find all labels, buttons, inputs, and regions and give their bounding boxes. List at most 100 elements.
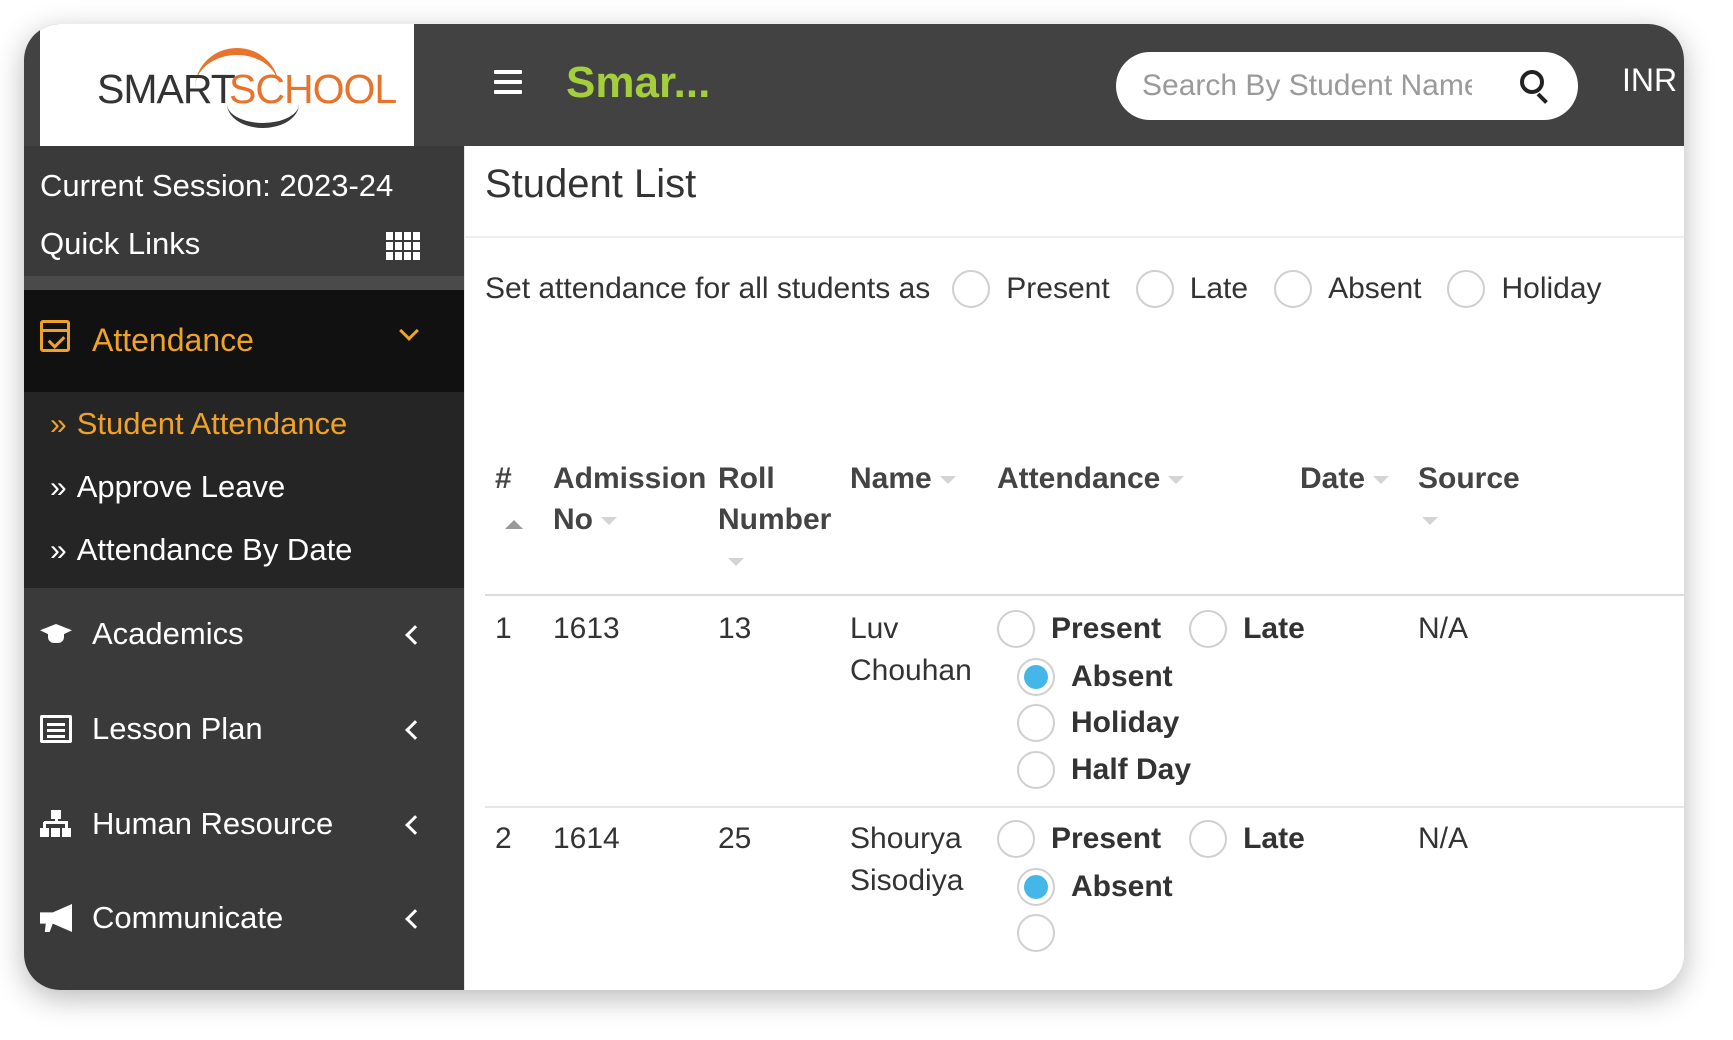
set-all-absent-radio[interactable]	[1274, 270, 1313, 308]
set-all-holiday-option[interactable]: Holiday	[1447, 270, 1602, 308]
smart-school-logo: SMART SCHOOL	[77, 30, 397, 140]
late-radio[interactable]	[1189, 820, 1228, 858]
column-header-admission-no[interactable]: Admission No	[553, 458, 706, 540]
option-label: Present	[1051, 822, 1162, 855]
column-header-attendance[interactable]: Attendance	[997, 458, 1185, 499]
submenu-student-attendance[interactable]: » Student Attendance	[50, 406, 347, 442]
option-label: Present	[1051, 612, 1162, 645]
grid-icon[interactable]	[386, 232, 420, 260]
sidebar-item-lesson-plan[interactable]: Lesson Plan	[24, 683, 464, 779]
quick-links[interactable]: Quick Links	[40, 226, 200, 262]
main-content: Student List Set attendance for all stud…	[464, 146, 1684, 990]
column-header-roll-number[interactable]: Roll Number	[718, 458, 848, 581]
cell-admission-no: 1613	[553, 612, 620, 645]
header-divider	[485, 594, 1684, 596]
holiday-radio[interactable]	[1017, 704, 1055, 742]
holiday-radio-partial[interactable]	[1017, 914, 1055, 952]
absent-radio-selected[interactable]	[1017, 658, 1055, 696]
logo-word-smart: SMART	[97, 66, 236, 112]
sort-icon	[1422, 517, 1438, 526]
present-radio[interactable]	[997, 610, 1035, 648]
search-icon[interactable]	[1520, 70, 1550, 104]
option-label: Half Day	[1071, 753, 1192, 786]
column-label: Date	[1300, 462, 1366, 495]
late-option[interactable]: Late	[1189, 610, 1305, 648]
set-all-holiday-radio[interactable]	[1447, 270, 1486, 308]
student-first-name: Luv	[850, 612, 899, 645]
student-last-name: Chouhan	[850, 654, 972, 687]
column-header-source[interactable]: Source	[1418, 458, 1520, 540]
present-option[interactable]: Present	[997, 610, 1161, 648]
attendance-options-line3	[1017, 914, 1055, 952]
present-radio[interactable]	[997, 820, 1035, 858]
submenu-label: Attendance By Date	[76, 532, 353, 567]
absent-option[interactable]: Absent	[1017, 868, 1173, 906]
student-last-name: Sisodiya	[850, 864, 964, 897]
set-all-present-radio[interactable]	[952, 270, 991, 308]
chevron-left-icon	[405, 909, 425, 929]
holiday-option[interactable]: Holiday	[1017, 704, 1179, 742]
absent-option[interactable]: Absent	[1017, 658, 1173, 696]
page-title: Student List	[485, 162, 697, 206]
sidebar: Current Session: 2023-24 Quick Links Att…	[24, 146, 464, 990]
option-label: Present	[1006, 272, 1110, 305]
option-label: Holiday	[1071, 706, 1180, 739]
currency-selector[interactable]: INR	[1622, 62, 1677, 99]
app-window: SMART SCHOOL Smar... INR Current Session…	[24, 24, 1684, 990]
set-all-present-option[interactable]: Present	[952, 270, 1110, 308]
attendance-options-line2: Absent	[1017, 868, 1173, 906]
sidebar-item-communicate[interactable]: Communicate	[24, 872, 464, 968]
column-header-num[interactable]: #	[495, 458, 523, 540]
cell-roll-number: 13	[718, 612, 752, 645]
cell-source: N/A	[1418, 822, 1469, 855]
sidebar-item-attendance[interactable]: Attendance	[24, 290, 464, 392]
chevron-left-icon	[405, 625, 425, 645]
cell-num: 1	[495, 612, 512, 645]
absent-radio-selected[interactable]	[1017, 868, 1055, 906]
column-header-name[interactable]: Name	[850, 458, 956, 499]
attendance-submenu: » Student Attendance » Approve Leave » Atte…	[24, 392, 464, 588]
half-day-option[interactable]: Half Day	[1017, 751, 1191, 789]
late-radio[interactable]	[1189, 610, 1228, 648]
submenu-attendance-by-date[interactable]: » Attendance By Date	[50, 532, 352, 568]
logo-container[interactable]: SMART SCHOOL	[40, 24, 414, 146]
sidebar-item-human-resource[interactable]: Human Resource	[24, 778, 464, 874]
megaphone-icon	[40, 904, 72, 932]
sort-icon	[1168, 476, 1185, 485]
menu-icon[interactable]	[494, 70, 522, 94]
option-label: Absent	[1328, 272, 1422, 305]
option-label: Late	[1243, 822, 1305, 855]
late-option[interactable]: Late	[1189, 820, 1305, 858]
search-box	[1116, 52, 1578, 120]
submenu-approve-leave[interactable]: » Approve Leave	[50, 469, 285, 505]
sidebar-item-label: Communicate	[92, 900, 284, 935]
sort-icon	[728, 558, 744, 567]
calendar-check-icon	[40, 320, 70, 352]
set-all-absent-option[interactable]: Absent	[1274, 270, 1421, 308]
sort-icon	[601, 517, 617, 526]
set-all-late-option[interactable]: Late	[1135, 270, 1248, 308]
double-chevron-icon: »	[50, 534, 67, 567]
sidebar-item-academics[interactable]: Academics	[24, 588, 464, 684]
sort-asc-icon	[505, 520, 523, 529]
half-day-radio[interactable]	[1017, 751, 1055, 789]
option-label: Holiday	[1501, 272, 1602, 305]
sidebar-item-label: Lesson Plan	[92, 711, 263, 746]
set-all-label: Set attendance for all students as	[485, 272, 931, 305]
cell-roll-number: 25	[718, 822, 752, 855]
student-list-card: Student List Set attendance for all stud…	[464, 146, 1684, 990]
column-header-date[interactable]: Date	[1300, 458, 1390, 499]
column-label: #	[495, 462, 512, 495]
top-header: SMART SCHOOL Smar... INR	[24, 24, 1684, 146]
search-input[interactable]	[1142, 66, 1472, 106]
chevron-left-icon	[405, 815, 425, 835]
present-option[interactable]: Present	[997, 820, 1161, 858]
attendance-options-line2: Absent	[1017, 658, 1173, 696]
column-label: Source	[1418, 462, 1520, 495]
attendance-options-line1: Present Late	[997, 610, 1305, 648]
option-label: Absent	[1071, 660, 1173, 693]
sidebar-item-label: Human Resource	[92, 806, 334, 841]
attendance-options-line3: Holiday	[1017, 704, 1179, 742]
column-label: Attendance	[997, 462, 1161, 495]
set-all-late-radio[interactable]	[1135, 270, 1174, 308]
